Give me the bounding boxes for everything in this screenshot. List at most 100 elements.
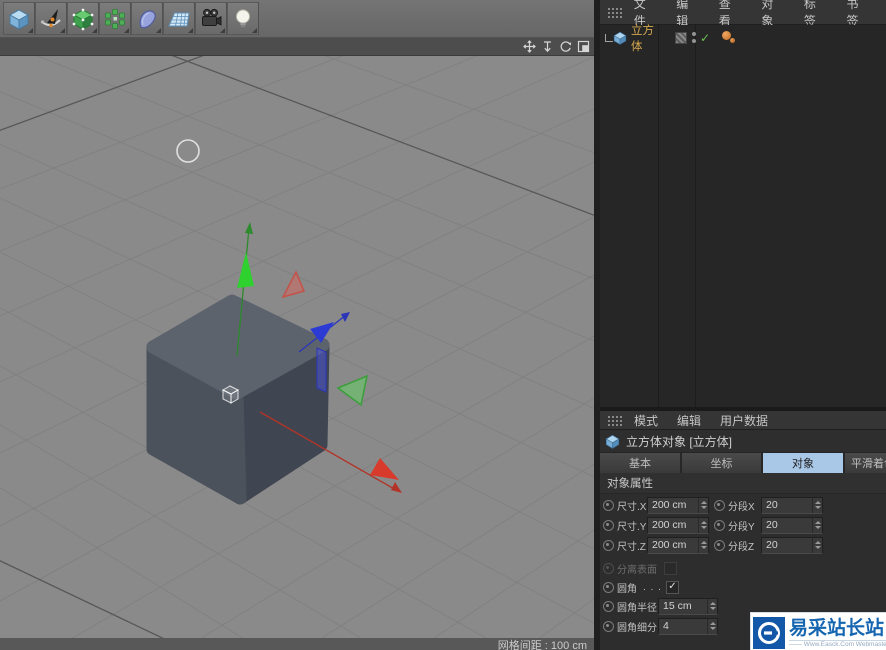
segments-y-field[interactable] bbox=[761, 516, 823, 534]
size-z-field[interactable] bbox=[647, 536, 709, 554]
spinner-icon[interactable] bbox=[698, 537, 708, 553]
fillet-radius-field[interactable] bbox=[658, 597, 718, 615]
light-bulb-icon bbox=[235, 8, 251, 27]
keyframe-circle-icon[interactable] bbox=[714, 539, 725, 551]
viewport-toggle-icon[interactable] bbox=[576, 40, 590, 54]
layer-chip-icon[interactable] bbox=[675, 31, 687, 44]
segments-x-field[interactable] bbox=[761, 496, 823, 514]
watermark-title: 易采站长站 bbox=[789, 617, 885, 639]
row-fillet: 圆角 . . . ✓ bbox=[600, 577, 886, 597]
segments-z-label: 分段Z bbox=[728, 541, 755, 553]
tab-phong[interactable]: 平滑着色( bbox=[845, 453, 886, 473]
phong-tag-icon[interactable] bbox=[722, 30, 738, 46]
keyframe-circle-icon[interactable] bbox=[603, 499, 614, 511]
watermark-subtitle: —— Www.Easck.Com Webmaster bbox=[789, 639, 886, 648]
spline-pen-button[interactable] bbox=[35, 2, 67, 35]
am-menu-edit[interactable]: 编辑 bbox=[674, 411, 704, 430]
keyframe-circle-icon[interactable] bbox=[603, 539, 614, 551]
fillet-subdiv-field[interactable] bbox=[658, 617, 718, 635]
enabled-check-icon[interactable]: ✓ bbox=[700, 32, 710, 44]
fillet-checkbox[interactable]: ✓ bbox=[665, 580, 679, 594]
cinema4d-window: 网格间距 : 100 cm 文件 编辑 查看 对象 标签 书签 立方体 ✓ 模式… bbox=[0, 0, 886, 650]
keyframe-circle-icon[interactable] bbox=[603, 581, 614, 593]
section-object-properties: 对象属性 bbox=[600, 473, 886, 494]
fillet-radius-label: 圆角半径 bbox=[617, 602, 657, 614]
spinner-icon[interactable] bbox=[698, 517, 708, 533]
om-column-divider bbox=[658, 25, 659, 407]
main-toolbar bbox=[0, 0, 594, 38]
attribute-title: 立方体对象 [立方体] bbox=[600, 430, 886, 453]
viewport-pan-icon[interactable] bbox=[522, 40, 536, 54]
viewport-dolly-icon[interactable] bbox=[540, 40, 554, 54]
attribute-tabs: 基本 坐标 对象 平滑着色( bbox=[600, 453, 886, 473]
viewport-scene bbox=[0, 56, 594, 650]
camera-button[interactable] bbox=[195, 2, 227, 35]
left-pane: 网格间距 : 100 cm bbox=[0, 0, 594, 650]
keyframe-circle-icon[interactable] bbox=[603, 519, 614, 531]
separate-surfaces-label: 分离表面 bbox=[617, 564, 657, 576]
keyframe-circle-icon[interactable] bbox=[714, 519, 725, 531]
subdivision-surface-button[interactable] bbox=[67, 2, 99, 35]
spinner-icon[interactable] bbox=[812, 517, 822, 533]
panel-grip-icon[interactable] bbox=[607, 6, 622, 18]
keyframe-circle-icon bbox=[603, 562, 614, 574]
object-name[interactable]: 立方体 bbox=[631, 22, 665, 54]
size-x-label: 尺寸.X bbox=[617, 501, 647, 513]
green-cube-icon bbox=[72, 8, 94, 30]
watermark-logo-icon bbox=[753, 617, 785, 649]
tab-coordinates[interactable]: 坐标 bbox=[682, 453, 761, 473]
keyframe-circle-icon[interactable] bbox=[714, 499, 725, 511]
cube-object-icon bbox=[605, 434, 620, 449]
keyframe-circle-icon[interactable] bbox=[603, 600, 614, 612]
fillet-handle[interactable] bbox=[221, 385, 240, 404]
viewport-rotate-icon[interactable] bbox=[558, 40, 572, 54]
am-menu-mode[interactable]: 模式 bbox=[631, 411, 661, 430]
deformer-icon bbox=[139, 9, 156, 28]
segments-y-label: 分段Y bbox=[728, 521, 755, 533]
fillet-label: 圆角 bbox=[617, 583, 637, 595]
size-z-label: 尺寸.Z bbox=[617, 541, 646, 553]
floor-grid-icon bbox=[168, 12, 190, 26]
spinner-icon[interactable] bbox=[812, 537, 822, 553]
hierarchy-branch-icon bbox=[605, 33, 613, 42]
plane-handle-yz[interactable] bbox=[316, 347, 327, 393]
panel-grip-icon[interactable] bbox=[607, 414, 622, 426]
spinner-icon[interactable] bbox=[812, 497, 822, 513]
tab-basic[interactable]: 基本 bbox=[600, 453, 680, 473]
fillet-subdiv-label: 圆角细分 bbox=[617, 622, 657, 634]
watermark: 易采站长站 —— Www.Easck.Com Webmaster bbox=[750, 612, 886, 650]
deformer-button[interactable] bbox=[131, 2, 163, 35]
dotted-leader: . . . bbox=[643, 581, 662, 593]
viewport[interactable]: 网格间距 : 100 cm bbox=[0, 56, 594, 650]
tab-object[interactable]: 对象 bbox=[763, 453, 843, 473]
array-generator-button[interactable] bbox=[99, 2, 131, 35]
add-cube-button[interactable] bbox=[3, 2, 35, 35]
size-y-field[interactable] bbox=[647, 516, 709, 534]
separate-surfaces-checkbox bbox=[664, 561, 677, 575]
om-column-divider bbox=[695, 25, 696, 407]
segments-x-label: 分段X bbox=[728, 501, 755, 513]
attribute-manager-menubar: 模式 编辑 用户数据 bbox=[600, 411, 886, 430]
segments-z-field[interactable] bbox=[761, 536, 823, 554]
size-x-field[interactable] bbox=[647, 496, 709, 514]
size-y-label: 尺寸.Y bbox=[617, 521, 647, 533]
spinner-icon[interactable] bbox=[707, 618, 717, 634]
object-row-cube[interactable]: 立方体 ✓ bbox=[600, 25, 886, 53]
pen-icon bbox=[40, 8, 61, 27]
cube-icon bbox=[8, 8, 30, 30]
am-menu-userdata[interactable]: 用户数据 bbox=[717, 411, 771, 430]
object-tree[interactable]: 立方体 ✓ bbox=[600, 25, 886, 407]
visibility-dots[interactable] bbox=[692, 32, 696, 43]
viewport-titlebar bbox=[0, 38, 594, 56]
spinner-icon[interactable] bbox=[707, 598, 717, 614]
row-size-y: 尺寸.Y 分段Y bbox=[600, 515, 886, 535]
light-button[interactable] bbox=[227, 2, 259, 35]
attribute-title-text: 立方体对象 [立方体] bbox=[626, 434, 733, 449]
spinner-icon[interactable] bbox=[698, 497, 708, 513]
row-size-x: 尺寸.X 分段X bbox=[600, 495, 886, 515]
grid-spacing-readout: 网格间距 : 100 cm bbox=[0, 638, 594, 650]
environment-floor-button[interactable] bbox=[163, 2, 195, 35]
array-icon bbox=[105, 8, 125, 29]
keyframe-circle-icon[interactable] bbox=[603, 620, 614, 632]
cube-object-icon bbox=[613, 31, 627, 45]
